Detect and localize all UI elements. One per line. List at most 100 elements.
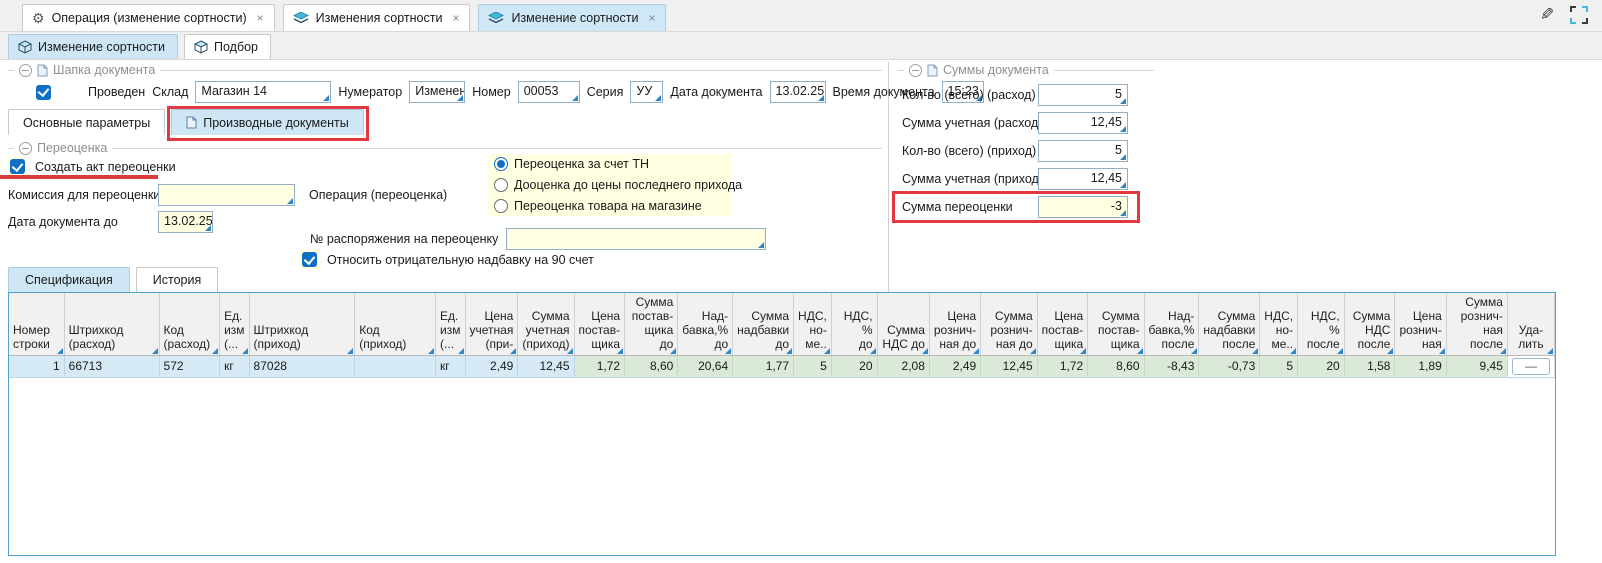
edit-pencil-icon[interactable]: ✎ bbox=[1540, 5, 1554, 25]
column-header[interactable]: Ед. изм (... bbox=[220, 293, 249, 355]
proveden-checkbox[interactable] bbox=[36, 85, 51, 100]
table-cell[interactable]: 8,60 bbox=[1088, 355, 1144, 377]
column-header[interactable]: Над- бавка,% до bbox=[678, 293, 733, 355]
negative-markup-checkbox[interactable] bbox=[302, 252, 317, 267]
column-header[interactable]: Сумма рознич- ная до bbox=[981, 293, 1037, 355]
radio-icon[interactable] bbox=[494, 178, 508, 192]
table-cell[interactable]: 1,72 bbox=[1037, 355, 1088, 377]
column-header[interactable]: Сумма постав- щика bbox=[1088, 293, 1144, 355]
table-cell[interactable]: 20,64 bbox=[678, 355, 733, 377]
column-header[interactable]: Цена рознич- ная до bbox=[929, 293, 980, 355]
close-icon[interactable]: × bbox=[648, 11, 655, 25]
table-cell[interactable]: кг bbox=[220, 355, 249, 377]
subtab-izmenenie-sortnosti[interactable]: Изменение сортности bbox=[8, 34, 178, 59]
radio-checked-icon[interactable] bbox=[494, 157, 508, 171]
collapse-icon[interactable] bbox=[19, 142, 32, 155]
create-act-checkbox[interactable] bbox=[10, 159, 25, 174]
column-header[interactable]: Цена постав- щика bbox=[1037, 293, 1088, 355]
table-cell[interactable]: 8,60 bbox=[625, 355, 678, 377]
table-cell[interactable]: 87028 bbox=[249, 355, 355, 377]
collapse-icon[interactable] bbox=[19, 64, 32, 77]
tab-specifikaciya[interactable]: Спецификация bbox=[8, 267, 130, 292]
table-cell[interactable]: -8,43 bbox=[1144, 355, 1199, 377]
sum-field[interactable]: 12,45 bbox=[1038, 112, 1128, 134]
table-cell[interactable]: — bbox=[1507, 355, 1554, 377]
column-header[interactable]: Ед. изм (... bbox=[436, 293, 465, 355]
nomer-field[interactable]: 00053 bbox=[518, 81, 580, 103]
column-header[interactable]: Над- бавка,% после bbox=[1144, 293, 1199, 355]
sum-field[interactable]: 12,45 bbox=[1038, 168, 1128, 190]
tab-izmenenie-sortnosti-active[interactable]: Изменение сортности × bbox=[478, 4, 666, 31]
column-header[interactable]: Код (приход) bbox=[355, 293, 436, 355]
table-cell[interactable]: 5 bbox=[794, 355, 832, 377]
column-header[interactable]: Штрихкод (приход) bbox=[249, 293, 355, 355]
column-header[interactable]: Уда- лить bbox=[1507, 293, 1554, 355]
table-cell[interactable]: 20 bbox=[831, 355, 877, 377]
column-header[interactable]: Сумма надбавки до bbox=[733, 293, 794, 355]
delete-row-button[interactable]: — bbox=[1512, 358, 1550, 375]
table-cell[interactable]: 9,45 bbox=[1446, 355, 1507, 377]
seriya-field[interactable]: УУ bbox=[630, 81, 663, 103]
radio-option[interactable]: Дооценка до цены последнего прихода bbox=[494, 178, 725, 192]
column-header[interactable]: НДС, % после bbox=[1298, 293, 1345, 355]
table-cell[interactable]: 1,77 bbox=[733, 355, 794, 377]
column-header[interactable]: Сумма НДС до bbox=[877, 293, 929, 355]
close-icon[interactable]: × bbox=[257, 11, 264, 25]
sklad-field[interactable]: Магазин 14 bbox=[195, 81, 331, 103]
column-header[interactable]: Сумма НДС после bbox=[1344, 293, 1395, 355]
column-header[interactable]: Цена рознич- ная bbox=[1395, 293, 1446, 355]
column-header[interactable]: Сумма учетная (приход) bbox=[518, 293, 574, 355]
table-cell[interactable]: 2,49 bbox=[929, 355, 980, 377]
table-cell[interactable]: 20 bbox=[1298, 355, 1345, 377]
tab-operation[interactable]: ⚙ Операция (изменение сортности) × bbox=[22, 4, 275, 31]
radio-icon[interactable] bbox=[494, 199, 508, 213]
tab-osnovnye-parametry[interactable]: Основные параметры bbox=[8, 109, 165, 135]
column-header[interactable]: Код (расход) bbox=[159, 293, 220, 355]
table-cell[interactable]: 5 bbox=[1260, 355, 1298, 377]
subtab-podbor[interactable]: Подбор bbox=[184, 34, 271, 59]
commission-field[interactable] bbox=[158, 184, 295, 206]
radio-label: Переоценка за счет ТН bbox=[514, 157, 649, 171]
table-cell[interactable]: 1,89 bbox=[1395, 355, 1446, 377]
column-header[interactable]: Цена учетная (при- bbox=[465, 293, 518, 355]
order-number-field[interactable] bbox=[506, 228, 766, 250]
column-header[interactable]: Сумма надбавки после bbox=[1199, 293, 1260, 355]
tab-proizvodnye-dokumenty[interactable]: Производные документы bbox=[171, 109, 364, 135]
numerator-field[interactable]: Изменен bbox=[409, 81, 465, 103]
close-icon[interactable]: × bbox=[452, 11, 459, 25]
tab-istoriya[interactable]: История bbox=[136, 267, 218, 292]
radio-option[interactable]: Переоценка за счет ТН bbox=[494, 157, 725, 171]
tab-izmeneniya-sortnosti[interactable]: Изменения сортности × bbox=[283, 4, 471, 31]
table-cell[interactable]: 1,72 bbox=[574, 355, 625, 377]
column-header[interactable]: Сумма рознич- ная после bbox=[1446, 293, 1507, 355]
table-cell[interactable]: -0,73 bbox=[1199, 355, 1260, 377]
radio-option[interactable]: Переоценка товара на магазине bbox=[494, 199, 725, 213]
doc-date-field[interactable]: 13.02.25 bbox=[770, 81, 826, 103]
column-header[interactable]: НДС, но- ме.. bbox=[1260, 293, 1298, 355]
table-cell[interactable]: 66713 bbox=[64, 355, 159, 377]
table-row[interactable]: 166713572кг87028кг2,4912,451,728,6020,64… bbox=[9, 355, 1555, 377]
expand-icon[interactable] bbox=[1570, 6, 1588, 24]
column-header[interactable]: Номер строки bbox=[9, 293, 64, 355]
column-header[interactable]: Сумма постав- щика до bbox=[625, 293, 678, 355]
column-header[interactable]: Цена постав- щика bbox=[574, 293, 625, 355]
table-cell[interactable]: кг bbox=[436, 355, 465, 377]
sum-label: Кол-во (всего) (приход) bbox=[902, 144, 1038, 158]
collapse-icon[interactable] bbox=[909, 64, 922, 77]
column-header[interactable]: НДС, но- ме.. bbox=[794, 293, 832, 355]
table-cell[interactable]: 12,45 bbox=[981, 355, 1037, 377]
table-cell[interactable] bbox=[355, 355, 436, 377]
table-cell[interactable]: 2,49 bbox=[465, 355, 518, 377]
column-header[interactable]: Штрихкод (расход) bbox=[64, 293, 159, 355]
table-cell[interactable]: 1,58 bbox=[1344, 355, 1395, 377]
date-to-field[interactable]: 13.02.25 bbox=[158, 211, 213, 233]
table-cell[interactable]: 572 bbox=[159, 355, 220, 377]
sum-label: Сумма учетная (приход) bbox=[902, 172, 1038, 186]
column-header[interactable]: НДС, % до bbox=[831, 293, 877, 355]
sum-field[interactable]: 5 bbox=[1038, 84, 1128, 106]
sum-field[interactable]: 5 bbox=[1038, 140, 1128, 162]
table-cell[interactable]: 12,45 bbox=[518, 355, 574, 377]
table-cell[interactable]: 1 bbox=[9, 355, 64, 377]
sum-pereocenka-field[interactable]: -3 bbox=[1038, 196, 1128, 218]
table-cell[interactable]: 2,08 bbox=[877, 355, 929, 377]
